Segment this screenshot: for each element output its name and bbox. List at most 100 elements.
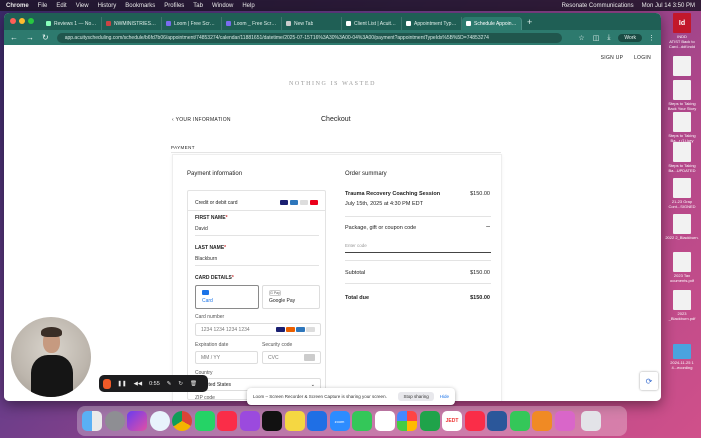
browser-tab[interactable]: NWMINISTRIES Email (102, 17, 162, 30)
browser-tab[interactable]: Loom _ Free Screen R (222, 17, 282, 30)
restart-icon[interactable]: ↻ (178, 381, 183, 387)
menu-bookmarks[interactable]: Bookmarks (125, 3, 155, 9)
numbers-icon[interactable] (419, 411, 440, 431)
desktop-file[interactable]: 2023 Tax ocuments.pdf (664, 252, 700, 283)
books-icon[interactable] (532, 411, 552, 431)
menu-file[interactable]: File (38, 3, 48, 9)
desktop-file[interactable]: 2022 2_Blackburn. (664, 214, 700, 240)
desktop-file[interactable]: 21-23 Grap Cont...SIGNED (664, 178, 700, 209)
pay-option-google-pay[interactable]: G Pay Google Pay (262, 285, 320, 309)
login-link[interactable]: LOGIN (634, 55, 651, 61)
url-field[interactable]: app.acuityscheduling.com/schedule/b6fd7b… (56, 32, 563, 43)
coupon-toggle[interactable]: Package, gift or coupon code (345, 225, 416, 231)
pdf-file-icon (673, 290, 691, 310)
extensions-icon[interactable]: ◫ (593, 34, 600, 42)
status-clock[interactable]: Mon Jul 14 3:50 PM (642, 3, 695, 9)
section-label: PAYMENT (171, 145, 195, 150)
loom-camera-bubble[interactable] (11, 317, 91, 397)
calendar-icon[interactable]: JEDT (442, 411, 462, 431)
pay-option-card[interactable]: Card (195, 285, 259, 309)
minimize-window-button[interactable] (19, 18, 25, 24)
service-name: Trauma Recovery Coaching Session (345, 191, 441, 197)
payment-info-title: Payment information (187, 171, 243, 177)
browser-tab[interactable]: Reviews 1 — Nothing (42, 17, 102, 30)
whatsapp-icon[interactable] (194, 411, 215, 431)
menu-tab[interactable]: Tab (193, 3, 203, 9)
slack-icon[interactable] (374, 411, 395, 431)
stop-sharing-button[interactable]: Stop sharing (398, 392, 434, 401)
divider (188, 210, 325, 211)
desktop-file[interactable]: Id INDD ATIST Back to Card...ddf.indd (664, 13, 700, 49)
browser-tab-active[interactable]: Schedule Appointme (462, 17, 522, 30)
first-name-input[interactable]: David (195, 226, 208, 232)
recaptcha-badge[interactable]: ⟳ (640, 372, 658, 390)
safari-icon[interactable] (149, 411, 170, 431)
system-settings-icon[interactable] (104, 411, 125, 431)
back-arrow-icon[interactable]: ← (10, 33, 18, 42)
service-price: $150.00 (470, 191, 490, 197)
draw-icon[interactable]: ✎ (167, 381, 172, 387)
menu-edit[interactable]: Edit (56, 3, 66, 9)
news-icon[interactable] (464, 411, 485, 431)
photos-icon[interactable] (397, 411, 417, 431)
new-tab-button[interactable]: + (527, 17, 532, 27)
card-number-input[interactable]: 1234 1234 1234 1234 (195, 323, 321, 336)
business-logo: NOTHING IS WASTED (288, 81, 377, 87)
status-org-name[interactable]: Resonate Communications (562, 3, 634, 9)
collapse-icon[interactable]: – (486, 223, 490, 230)
menu-window[interactable]: Window (212, 3, 233, 9)
stop-recording-button[interactable] (103, 378, 112, 389)
zoom-window-button[interactable] (28, 18, 34, 24)
siri-icon[interactable] (127, 411, 147, 431)
back-link[interactable]: ‹ YOUR INFORMATION (172, 117, 231, 123)
download-icon[interactable]: ⤓ (607, 34, 610, 42)
trash-icon[interactable]: 🗑 (190, 381, 197, 387)
visa-icon (280, 200, 288, 205)
close-window-button[interactable] (10, 18, 16, 24)
desktop-file[interactable]: Steps to Taking Back Your Story (664, 80, 700, 111)
menu-app-chrome[interactable]: Chrome (6, 3, 29, 9)
desktop-file[interactable]: 2023 _Blackburn.pdf (664, 290, 700, 321)
menu-history[interactable]: History (98, 3, 117, 9)
browser-tab[interactable]: Appointment Types | (402, 17, 462, 30)
word-icon[interactable] (487, 411, 507, 431)
desktop-file[interactable] (664, 56, 700, 77)
coupon-code-input[interactable]: Enter code (345, 241, 491, 253)
bookmark-star-icon[interactable]: ☆ (578, 34, 584, 42)
browser-tab[interactable]: New Tab (282, 17, 342, 30)
desktop-file[interactable]: Steps to Taking Ba...UPDATED (664, 142, 700, 173)
menu-help[interactable]: Help (242, 3, 254, 9)
notes-icon[interactable] (284, 411, 305, 431)
menu-view[interactable]: View (76, 3, 89, 9)
keynote-icon[interactable] (307, 411, 327, 431)
card-form: Credit or debit card FIRST NAME* David L… (187, 190, 326, 401)
expiration-input[interactable]: MM / YY (195, 351, 258, 364)
hide-button[interactable]: Hide (440, 394, 449, 399)
desktop-folder[interactable]: 2024-11-25 1 4...ecording (664, 344, 700, 370)
forward-arrow-icon[interactable]: → (26, 33, 34, 42)
facetime-icon[interactable] (509, 411, 530, 431)
mastercard-icon (310, 200, 318, 205)
zoom-icon[interactable]: zoom (329, 411, 350, 431)
music-icon[interactable] (217, 411, 237, 431)
chrome-icon[interactable] (172, 411, 192, 431)
rewind-icon[interactable]: ◀◀ (134, 381, 142, 387)
menu-profiles[interactable]: Profiles (164, 3, 184, 9)
tv-icon[interactable] (262, 411, 282, 431)
podcasts-icon[interactable] (239, 411, 260, 431)
finder-icon[interactable] (82, 411, 102, 431)
browser-tab[interactable]: Loom | Free Screen R (162, 17, 222, 30)
security-code-input[interactable]: CVC (262, 351, 321, 364)
trash-icon[interactable] (581, 411, 601, 431)
last-name-input[interactable]: Blackburn (195, 256, 217, 262)
messages-icon[interactable] (352, 411, 372, 431)
pause-icon[interactable]: ❚❚ (117, 381, 126, 387)
more-menu-icon[interactable]: ⋮ (648, 34, 655, 42)
browser-tab[interactable]: Client List | Acuity Sc (342, 17, 402, 30)
reload-icon[interactable]: ↻ (42, 33, 49, 42)
desktop-file[interactable]: Steps to Taking Ba...r (1).key (664, 112, 700, 143)
sign-up-link[interactable]: SIGN UP (601, 55, 624, 61)
expiration-label: Expiration date (195, 342, 229, 348)
app-icon[interactable] (554, 411, 575, 431)
profile-button[interactable]: Work (618, 33, 642, 42)
